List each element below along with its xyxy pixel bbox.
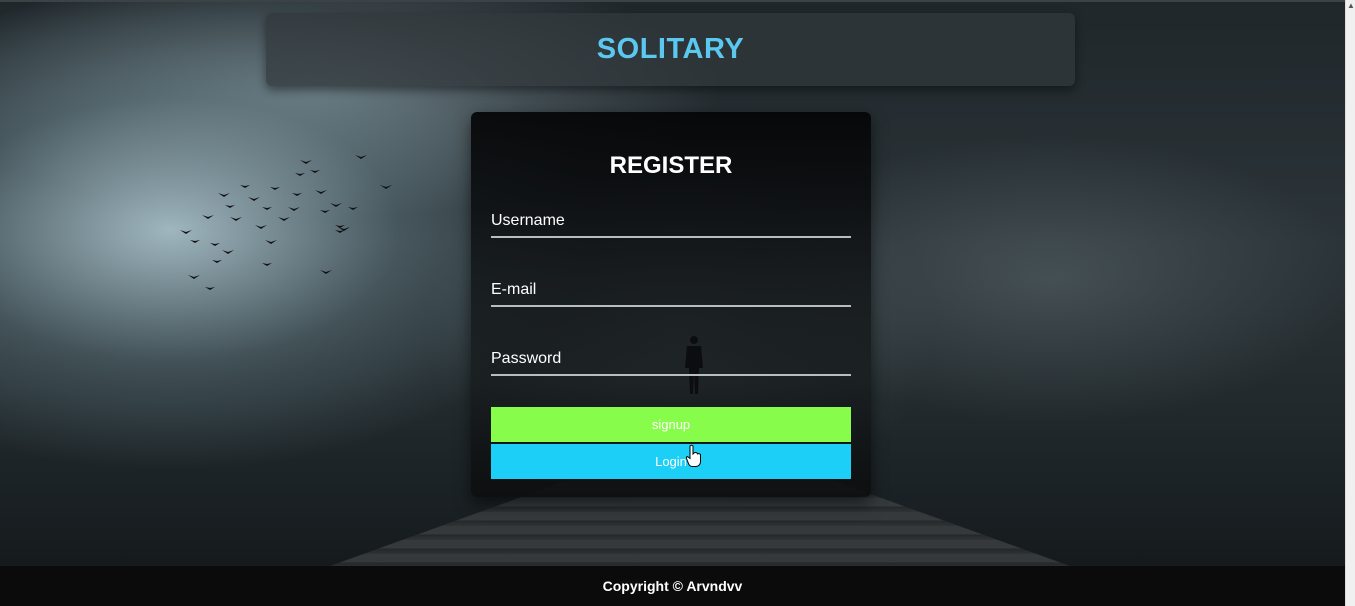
hand-cursor-icon: [686, 444, 701, 467]
email-field: [491, 273, 851, 307]
footer: Copyright © Arvndvv: [0, 566, 1345, 606]
signup-button[interactable]: signup: [491, 407, 851, 442]
username-field: [491, 204, 851, 238]
vertical-scrollbar[interactable]: ▲: [1345, 0, 1355, 606]
username-input[interactable]: [491, 204, 851, 234]
birds-decoration: [180, 155, 392, 290]
site-header: SOLITARY: [266, 13, 1075, 86]
register-form: REGISTER signup Login: [471, 112, 871, 497]
email-input[interactable]: [491, 273, 851, 303]
password-input[interactable]: [491, 342, 851, 372]
form-title: REGISTER: [609, 152, 733, 179]
site-title: SOLITARY: [596, 33, 745, 65]
login-button[interactable]: Login: [491, 444, 851, 479]
password-field: [491, 342, 851, 376]
top-border: [0, 0, 1345, 2]
copyright-text: Copyright © Arvndvv: [602, 578, 743, 594]
scroll-up-arrow-icon[interactable]: ▲: [1347, 1, 1355, 11]
